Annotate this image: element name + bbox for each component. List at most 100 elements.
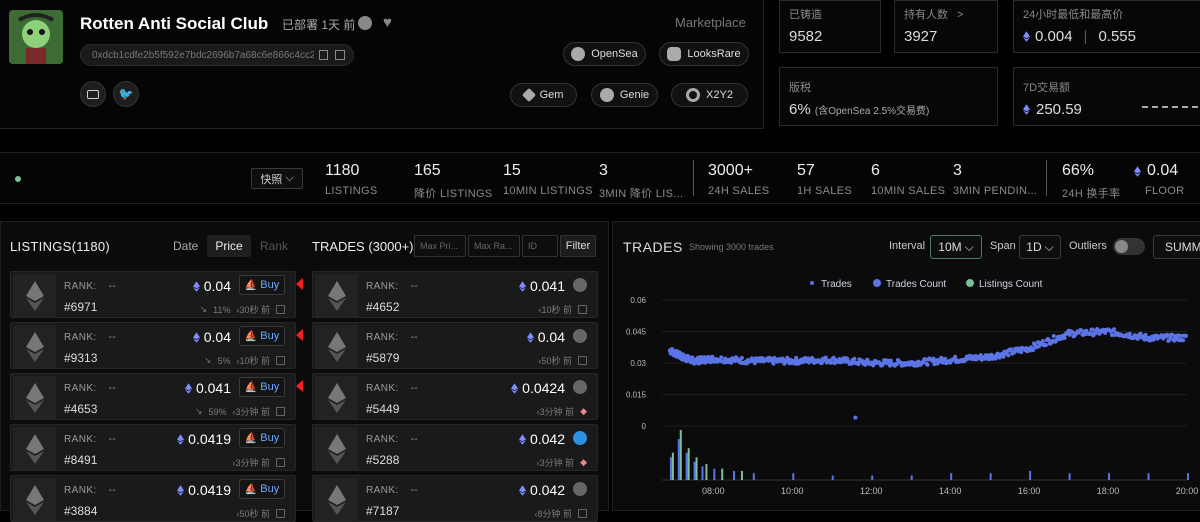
trade-point: [1043, 343, 1048, 348]
listing-row[interactable]: RANK: -- #8491 0.0419 ⛵ Buy ‹3分钟 前: [10, 424, 296, 471]
opensea-button[interactable]: OpenSea: [563, 42, 646, 66]
external-link-icon[interactable]: [276, 458, 285, 467]
trade-point: [1006, 353, 1011, 358]
listings-count-bar: [687, 448, 690, 480]
live-indicator: [15, 176, 21, 182]
trade-row[interactable]: RANK: -- #5449 0.0424 ‹3分钟 前 ◆: [312, 373, 598, 420]
sort-price-tab[interactable]: Price: [207, 235, 251, 257]
eth-logo-icon: [327, 484, 346, 515]
nft-thumbnail[interactable]: [13, 325, 56, 368]
listings-count-bar: [671, 452, 674, 480]
listing-row[interactable]: RANK: -- #9313 0.04 ⛵ Buy ↘ 5% ‹10秒 前: [10, 322, 303, 369]
nft-thumbnail[interactable]: [315, 478, 358, 521]
twitter-button[interactable]: 🐦: [113, 81, 139, 107]
y-tick-label: 0.03: [630, 359, 646, 368]
price-low: 0.004: [1035, 28, 1073, 45]
eth-icon: [511, 382, 519, 394]
buy-button[interactable]: ⛵ Buy: [239, 275, 285, 295]
nft-thumbnail[interactable]: [315, 325, 358, 368]
trades-title: TRADES (3000+): [312, 239, 414, 254]
minted-label: 已铸造: [789, 9, 822, 21]
genie-button[interactable]: Genie: [591, 83, 658, 107]
rank-label: RANK: --: [64, 383, 117, 394]
trades-chart: Trades Trades Count Listings Count 0 0.015 0.…: [626, 279, 1198, 496]
trade-row[interactable]: RANK: -- #7187 0.042 ‹8分钟 前: [312, 475, 598, 522]
legend-label: Trades Count: [886, 279, 946, 290]
trades-count-bar: [669, 457, 672, 480]
trade-point: [1090, 327, 1095, 332]
external-link-icon[interactable]: [578, 509, 587, 518]
website-button[interactable]: [80, 81, 106, 107]
trade-row[interactable]: RANK: -- #5288 0.042 ‹3分钟 前 ◆: [312, 424, 598, 471]
x2y2-icon: [686, 88, 701, 102]
filter-button[interactable]: Filter: [560, 235, 596, 257]
copy-icon[interactable]: [319, 50, 328, 60]
outliers-toggle[interactable]: [1113, 238, 1145, 255]
external-link-icon[interactable]: [276, 356, 285, 365]
external-link-icon[interactable]: [578, 356, 587, 365]
external-link-icon[interactable]: [276, 305, 285, 314]
trade-point: [1181, 338, 1186, 343]
interval-select[interactable]: 10M ⌵: [930, 235, 982, 259]
external-link-icon[interactable]: [276, 407, 285, 416]
listing-row[interactable]: RANK: -- #6971 0.04 ⛵ Buy ↘ 11% ‹30秒 前: [10, 271, 303, 318]
rank-label: RANK: --: [64, 332, 117, 343]
trade-price: 0.0424: [511, 380, 565, 396]
gem-label: Gem: [539, 89, 564, 101]
gem-button[interactable]: Gem: [510, 83, 577, 107]
nft-thumbnail[interactable]: [315, 427, 358, 470]
metric-floor: 0.04 FLOOR: [1134, 162, 1184, 197]
listing-row[interactable]: RANK: -- #3884 0.0419 ⛵ Buy ‹50秒 前: [10, 475, 296, 522]
trade-price: 0.042: [518, 431, 565, 447]
x-tick-label: 12:00: [860, 486, 883, 496]
summary-button[interactable]: SUMM: [1153, 235, 1200, 259]
price-range-box: 24小时最低和最高价 0.004 | 0.555: [1013, 0, 1200, 53]
max-price-input[interactable]: Max Pri...: [414, 235, 466, 257]
share-icon[interactable]: [358, 16, 372, 30]
trade-point: [1009, 347, 1014, 352]
id-input[interactable]: ID: [522, 235, 558, 257]
x2y2-button[interactable]: X2Y2: [671, 83, 748, 107]
nft-thumbnail[interactable]: [13, 376, 56, 419]
heart-icon[interactable]: ♥: [383, 14, 392, 31]
max-rank-input[interactable]: Max Ra...: [468, 235, 520, 257]
buy-button[interactable]: ⛵ Buy: [239, 428, 285, 448]
nft-thumbnail[interactable]: [315, 376, 358, 419]
listings-count-bar: [695, 457, 698, 480]
buy-button[interactable]: ⛵ Buy: [239, 377, 285, 397]
trade-row[interactable]: RANK: -- #5879 0.04 ‹50秒 前: [312, 322, 598, 369]
royalty-value: 6% (含OpenSea 2.5%交易费): [789, 101, 930, 118]
rank-label: RANK: --: [366, 332, 419, 343]
looksrare-button[interactable]: LooksRare: [659, 42, 749, 66]
sort-date-tab[interactable]: Date: [173, 239, 198, 253]
collection-header: Rotten Anti Social Club 已部署 1天 前 ♥ 0xdcb…: [0, 0, 764, 129]
trade-point: [953, 354, 958, 359]
address-pill[interactable]: 0xdcb1cdfe2b5f592e7bdc2696b7a68c6e866c4c…: [80, 44, 354, 66]
minted-value: 9582: [789, 28, 823, 45]
buy-button[interactable]: ⛵ Buy: [239, 326, 285, 346]
chart-subtitle: Showing 3000 trades: [689, 242, 774, 252]
buy-button[interactable]: ⛵ Buy: [239, 479, 285, 499]
legend-label: Trades: [821, 279, 852, 290]
nft-thumbnail[interactable]: [13, 274, 56, 317]
buy-icon: ⛵: [244, 432, 258, 444]
external-link-icon[interactable]: [578, 305, 587, 314]
eth-icon: [177, 484, 185, 496]
trade-row[interactable]: RANK: -- #4652 0.041 ‹10秒 前: [312, 271, 598, 318]
nft-thumbnail[interactable]: [13, 478, 56, 521]
price-change: 59%: [208, 406, 227, 417]
external-link-icon[interactable]: [335, 50, 345, 60]
sort-rank-tab[interactable]: Rank: [260, 239, 288, 253]
nft-thumbnail[interactable]: [13, 427, 56, 470]
price-drop-flag-icon: [296, 329, 303, 341]
nft-thumbnail[interactable]: [315, 274, 358, 317]
snapshot-dropdown[interactable]: 快照 ⌵: [251, 168, 303, 189]
trade-meta: ‹3分钟 前 ◆: [537, 405, 587, 418]
y-tick-label: 0.06: [630, 296, 646, 305]
external-link-icon[interactable]: [276, 509, 285, 518]
span-select[interactable]: 1D ⌵: [1019, 235, 1061, 259]
listing-row[interactable]: RANK: -- #4653 0.041 ⛵ Buy ↘ 59% ‹3分钟 前: [10, 373, 303, 420]
trades-count-bar: [831, 475, 834, 480]
price-drop-flag-icon: [296, 278, 303, 290]
holders-box[interactable]: 持有人数 > 3927: [894, 0, 998, 53]
